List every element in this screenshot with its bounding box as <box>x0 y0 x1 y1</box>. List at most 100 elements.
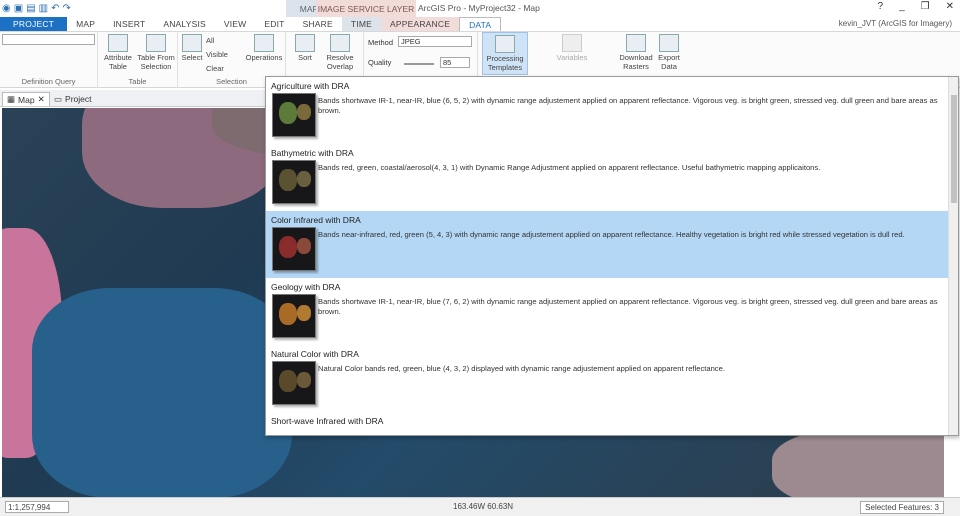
variables-button[interactable]: Variables <box>550 34 594 62</box>
template-name: Agriculture with DRA <box>271 81 350 91</box>
help-icon[interactable]: ? <box>878 1 884 12</box>
export-data-button[interactable]: Export Data <box>654 34 684 71</box>
scale-dropdown[interactable]: 1:1,257,994 <box>5 501 69 513</box>
scrollbar-thumb[interactable] <box>951 95 957 203</box>
template-description: Bands near-infrared, red, green (5, 4, 3… <box>318 230 905 239</box>
method-label: Method <box>368 38 394 47</box>
table-from-selection-button[interactable]: Table From Selection <box>136 34 176 71</box>
attribute-table-label: Attribute Table <box>104 53 132 71</box>
minimize-icon[interactable]: _ <box>899 1 905 12</box>
redo-icon[interactable]: ↷ <box>62 3 70 14</box>
template-thumbnail <box>272 160 316 204</box>
tab-project-view[interactable]: ▭ Project <box>50 92 96 106</box>
quality-slider[interactable] <box>404 63 434 65</box>
group-label-table: Table <box>128 77 147 86</box>
title-bar: ◉ ▣ ▤ ▥ ↶ ↷ MAP IMAGE SERVICE LAYER ArcG… <box>0 0 960 17</box>
water-area <box>32 288 292 497</box>
select-label: Select <box>181 53 203 62</box>
select-visible-button[interactable]: Visible <box>206 50 228 59</box>
fx-template-icon <box>495 35 515 53</box>
contextual-group-image-service-layer: IMAGE SERVICE LAYER <box>316 0 416 17</box>
tab-map-view[interactable]: ▦ Map ✕ <box>2 92 50 106</box>
operations-button[interactable]: Operations <box>244 34 284 62</box>
status-bar: 1:1,257,994 163.46W 60.63N Selected Feat… <box>0 497 960 516</box>
tab-share[interactable]: SHARE <box>294 17 342 31</box>
select-arrow-icon <box>182 34 202 52</box>
coordinate-readout: 163.46W 60.63N <box>453 502 514 511</box>
user-account[interactable]: kevin_JVT (ArcGIS for Imagery) <box>839 19 952 28</box>
sort-label: Sort <box>298 53 312 62</box>
template-item-geology[interactable]: Geology with DRA Bands shortwave IR-1, n… <box>266 278 950 345</box>
document-tabs: ▦ Map ✕ ▭ Project <box>0 90 270 107</box>
processing-templates-gallery: Agriculture with DRA Bands shortwave IR-… <box>265 76 959 436</box>
window-controls: ? _ ❐ ✕ <box>878 1 954 12</box>
folder-icon: ▭ <box>54 93 63 104</box>
tab-analysis[interactable]: ANALYSIS <box>154 17 215 31</box>
save-icon[interactable]: ▥ <box>39 3 48 14</box>
sort-button[interactable]: Sort <box>292 34 318 62</box>
tab-view[interactable]: VIEW <box>215 17 256 31</box>
operations-icon <box>254 34 274 52</box>
new-project-icon[interactable]: ▣ <box>14 3 23 14</box>
export-data-label: Export Data <box>658 53 680 71</box>
template-thumbnail <box>272 294 316 338</box>
tab-time[interactable]: TIME <box>341 17 381 31</box>
tab-map[interactable]: MAP <box>67 17 104 31</box>
open-icon[interactable]: ▤ <box>26 3 35 14</box>
undo-icon[interactable]: ↶ <box>51 3 59 14</box>
tab-appearance[interactable]: APPEARANCE <box>380 17 460 31</box>
template-thumbnail <box>272 227 316 271</box>
map-icon: ▦ <box>7 94 16 104</box>
attribute-table-button[interactable]: Attribute Table <box>101 34 135 71</box>
tab-edit[interactable]: EDIT <box>255 17 293 31</box>
close-tab-icon[interactable]: ✕ <box>38 94 45 105</box>
map-tab-label: Map <box>18 94 35 105</box>
download-icon <box>626 34 646 52</box>
tab-project[interactable]: PROJECT <box>0 17 68 31</box>
method-dropdown[interactable]: JPEG <box>398 36 472 47</box>
gallery-scrollbar[interactable] <box>948 77 958 435</box>
template-description: Bands shortwave IR-1, near-IR, blue (6, … <box>318 96 938 115</box>
resolve-overlap-button[interactable]: Resolve Overlap <box>320 34 360 71</box>
template-description: Bands red, green, coastal/aerosol(4, 3, … <box>318 163 821 172</box>
tab-insert[interactable]: INSERT <box>104 17 154 31</box>
table-from-selection-label: Table From Selection <box>137 53 175 71</box>
tab-data[interactable]: DATA <box>459 17 502 31</box>
download-rasters-button[interactable]: Download Rasters <box>614 34 658 71</box>
template-item-color-infrared[interactable]: Color Infrared with DRA Bands near-infra… <box>266 211 950 278</box>
template-item-bathymetric[interactable]: Bathymetric with DRA Bands red, green, c… <box>266 144 950 211</box>
definition-query-dropdown[interactable] <box>2 34 95 45</box>
arcgis-logo-icon: ◉ <box>2 3 11 14</box>
land-mass <box>772 428 944 497</box>
sort-icon <box>295 34 315 52</box>
clear-selection-button[interactable]: Clear <box>206 64 224 73</box>
project-tab-label: Project <box>65 94 92 104</box>
operations-label: Operations <box>245 53 283 62</box>
restore-icon[interactable]: ❐ <box>921 1 930 12</box>
window-title: ArcGIS Pro - MyProject32 - Map <box>418 3 540 13</box>
export-icon <box>659 34 679 52</box>
resolve-overlap-label: Resolve Overlap <box>326 53 354 71</box>
resolve-overlap-icon <box>330 34 350 52</box>
group-table: Attribute Table Table From Selection Tab… <box>98 32 178 88</box>
quality-label: Quality <box>368 58 392 67</box>
quick-access-toolbar: ◉ ▣ ▤ ▥ ↶ ↷ <box>0 3 71 14</box>
group-definition-query: Definition Query <box>0 32 98 88</box>
template-thumbnail <box>272 361 316 405</box>
template-name: Geology with DRA <box>271 282 341 292</box>
variables-label: Variables <box>556 53 588 62</box>
processing-templates-button[interactable]: Processing Templates <box>482 32 528 75</box>
select-button[interactable]: Select <box>180 34 204 62</box>
template-name: Bathymetric with DRA <box>271 148 354 158</box>
processing-templates-label: Processing Templates <box>486 54 524 72</box>
template-description: Bands shortwave IR-1, near-IR, blue (7, … <box>318 297 938 316</box>
template-item-natural-color[interactable]: Natural Color with DRA Natural Color ban… <box>266 345 950 412</box>
ribbon-tabs: PROJECT MAP INSERT ANALYSIS VIEW EDIT SH… <box>0 17 960 32</box>
template-item-agriculture[interactable]: Agriculture with DRA Bands shortwave IR-… <box>266 77 950 144</box>
template-item-short-wave-infrared[interactable]: Short-wave Infrared with DRA <box>266 412 950 435</box>
select-all-button[interactable]: All <box>206 36 214 45</box>
close-icon[interactable]: ✕ <box>946 1 954 12</box>
selected-features-count[interactable]: Selected Features: 3 <box>860 501 944 514</box>
quality-spinner[interactable]: 85 <box>440 57 470 68</box>
table-icon <box>108 34 128 52</box>
